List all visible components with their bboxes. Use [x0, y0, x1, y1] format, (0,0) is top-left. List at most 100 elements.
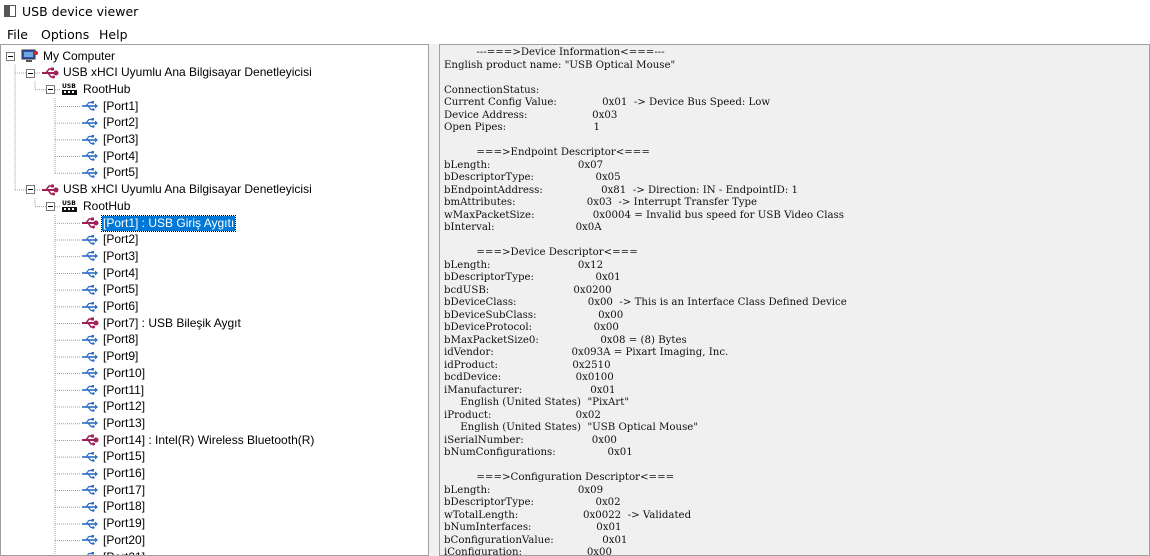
tree-item-label: [Port5] — [103, 282, 139, 297]
tree-item-port[interactable]: [Port21] — [81, 549, 146, 556]
tree-item-label: [Port12] — [103, 399, 146, 414]
tree-item-label: [Port14] : Intel(R) Wireless Bluetooth(R… — [103, 432, 315, 447]
tree-item-port[interactable]: [Port10] — [81, 365, 146, 381]
tree-item-port[interactable]: [Port9] — [81, 349, 139, 365]
menu-file[interactable]: File — [7, 27, 28, 42]
usb-port-icon — [81, 383, 99, 397]
report-line: bDescriptorType: 0x02 — [444, 497, 621, 508]
menu-help[interactable]: Help — [99, 27, 128, 42]
tree-item-port[interactable]: [Port12] — [81, 399, 146, 415]
report-line: ===>Device Descriptor<=== — [476, 247, 638, 258]
report-line: wMaxPacketSize: 0x0004 = Invalid bus spe… — [444, 209, 845, 221]
tree-item-roothub[interactable]: USB RootHub — [61, 81, 131, 97]
tree-item-port[interactable]: [Port8] — [81, 332, 139, 348]
report-line: Open Pipes: 1 — [444, 122, 600, 133]
report-line: bMaxPacketSize0: 0x08 = (8) Bytes — [444, 334, 687, 346]
report-line: bcdUSB: 0x0200 — [444, 284, 612, 296]
tree-collapse-toggle[interactable] — [6, 51, 15, 61]
usb-port-icon — [81, 300, 99, 314]
tree-collapse-toggle[interactable] — [26, 185, 35, 195]
tree-item-port[interactable]: [Port4] — [81, 265, 139, 281]
tree-collapse-toggle[interactable] — [26, 68, 35, 78]
tree-item-port[interactable]: [Port17] — [81, 482, 146, 498]
tree-item-port[interactable]: [Port11] — [81, 382, 145, 398]
menu-options[interactable]: Options — [41, 27, 89, 42]
tree-item-port[interactable]: [Port20] — [81, 532, 146, 548]
usb-controller-icon — [41, 183, 59, 197]
report-line: bDescriptorType: 0x05 — [444, 172, 621, 183]
tree-item-label: [Port2] — [103, 115, 139, 130]
tree-item-port[interactable]: [Port7] : USB Bileşik Aygıt — [81, 315, 242, 331]
tree-item-port[interactable]: [Port6] — [81, 299, 139, 315]
tree-item-controller[interactable]: USB xHCI Uyumlu Ana Bilgisayar Denetleyi… — [41, 65, 313, 81]
usb-port-icon — [81, 333, 99, 347]
usb-controller-icon — [41, 66, 59, 80]
report-line: English (United States) "USB Optical Mou… — [460, 422, 699, 433]
usb-port-icon — [81, 450, 99, 464]
usb-port-icon — [81, 483, 99, 497]
tree-item-label: [Port17] — [103, 482, 146, 497]
tree-item-label: [Port4] — [103, 148, 139, 163]
tree-item-port[interactable]: [Port1] — [81, 98, 139, 114]
tree-item-label: [Port13] — [103, 415, 146, 430]
tree-item-port[interactable]: [Port14] : Intel(R) Wireless Bluetooth(R… — [81, 432, 315, 448]
report-line: idProduct: 0x2510 — [444, 359, 611, 371]
report-line: bNumInterfaces: 0x01 — [444, 522, 622, 533]
tree-item-port[interactable]: [Port18] — [81, 499, 146, 515]
tree-item-port[interactable]: [Port5] — [81, 165, 139, 181]
tree-item-port[interactable]: [Port19] — [81, 516, 146, 532]
report-line: bDeviceProtocol: 0x00 — [444, 322, 619, 333]
report-line: English product name: "USB Optical Mouse… — [444, 59, 676, 71]
tree-item-label: [Port20] — [103, 532, 146, 547]
report-line: bcdDevice: 0x0100 — [444, 372, 614, 383]
tree-item-port[interactable]: [Port5] — [81, 282, 139, 298]
tree-item-port[interactable]: [Port2] — [81, 115, 139, 131]
tree-item-computer[interactable]: My Computer — [21, 48, 116, 64]
tree-item-port[interactable]: [Port3] — [81, 132, 139, 148]
usb-port-icon — [81, 366, 99, 380]
tree-item-port[interactable]: [Port3] — [81, 248, 139, 264]
report-line: iManufacturer: 0x01 — [444, 384, 616, 396]
tree-item-label: [Port16] — [103, 466, 146, 480]
tree-item-label: [Port4] — [103, 265, 139, 280]
tree-item-label: My Computer — [43, 48, 116, 63]
tree-item-port[interactable]: [Port15] — [81, 449, 146, 465]
device-tree[interactable]: My Computer USB xHCI Uyumlu Ana Bilgisaya… — [0, 44, 429, 556]
computer-icon — [21, 49, 39, 63]
report-line: bLength: 0x09 — [444, 484, 604, 496]
report-line: ConnectionStatus: — [444, 84, 540, 96]
report-line: idVendor: 0x093A = Pixart Imaging, Inc. — [444, 347, 729, 358]
usb-port-icon — [81, 266, 99, 280]
tree-collapse-toggle[interactable] — [46, 202, 55, 212]
report-line: bEndpointAddress: 0x81 -> Direction: IN … — [444, 184, 799, 196]
tree-connector-lines — [14, 64, 81, 555]
tree-item-port[interactable]: [Port1] : USB Giriş Aygıtı — [81, 214, 237, 232]
tree-item-port[interactable]: [Port13] — [81, 415, 146, 431]
tree-item-port[interactable]: [Port16] — [81, 466, 146, 482]
report-line: ===>Endpoint Descriptor<=== — [476, 147, 650, 158]
usb-device-icon — [81, 316, 99, 330]
tree-item-label: [Port15] — [103, 449, 146, 464]
tree-item-label: [Port11] — [103, 382, 145, 397]
tree-item-label: [Port3] — [103, 248, 139, 263]
tree-item-port[interactable]: [Port4] — [81, 148, 139, 164]
app-icon — [4, 5, 16, 17]
tree-item-controller[interactable]: USB xHCI Uyumlu Ana Bilgisayar Denetleyi… — [41, 182, 313, 198]
usb-port-icon — [81, 550, 99, 555]
tree-item-label: [Port6] — [103, 299, 139, 313]
report-line: ---===>Device Information<===--- — [476, 47, 665, 58]
menu-bar: File Options Help — [0, 24, 1150, 44]
pane-splitter[interactable] — [429, 44, 439, 556]
usb-port-icon — [81, 467, 99, 481]
tree-item-port[interactable]: [Port2] — [81, 232, 139, 248]
tree-item-label: USB xHCI Uyumlu Ana Bilgisayar Denetleyi… — [63, 65, 312, 80]
usb-port-icon — [81, 350, 99, 364]
tree-item-label: [Port9] — [103, 349, 139, 364]
tree-item-label: [Port21] — [102, 550, 146, 556]
usb-device-icon — [81, 216, 99, 230]
tree-item-label: [Port2] — [103, 232, 139, 247]
device-report-pane[interactable]: ---===>Device Information<===--- English… — [439, 44, 1150, 556]
roothub-icon: USB — [61, 82, 79, 96]
tree-item-roothub[interactable]: USB RootHub — [61, 198, 131, 214]
tree-collapse-toggle[interactable] — [46, 85, 55, 95]
